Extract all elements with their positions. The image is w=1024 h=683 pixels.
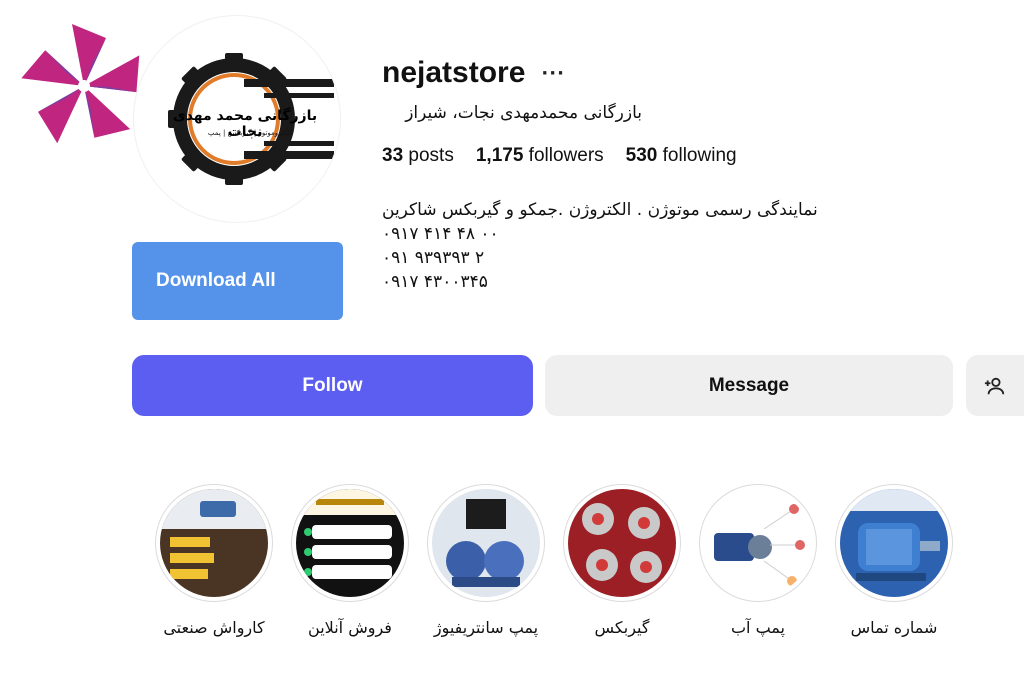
posts-stat[interactable]: 33 posts: [382, 145, 454, 167]
highlight-online-sale[interactable]: فروش آنلاین: [290, 484, 410, 637]
carwash-thumbnail: [160, 489, 268, 597]
posts-count: 33: [382, 145, 404, 166]
message-button[interactable]: Message: [545, 355, 953, 416]
logo-subtitle: الکتروموتور | گیربکس | پمپ: [207, 129, 293, 137]
highlight-centrifugal-pump[interactable]: پمپ سانتریفیوژ: [426, 484, 546, 637]
highlight-label: کارواش صنعتی: [163, 618, 265, 637]
suggested-accounts-button[interactable]: [966, 355, 1024, 416]
pinwheel-decoration: [21, 24, 150, 150]
motor-thumbnail: [840, 489, 948, 597]
posts-label: posts: [408, 145, 454, 166]
download-all-button[interactable]: Download All: [132, 242, 343, 320]
following-label: following: [662, 145, 737, 166]
highlight-ring: [835, 484, 953, 602]
highlight-label: پمپ آب: [730, 618, 785, 637]
follow-button[interactable]: Follow: [132, 355, 533, 416]
followers-label: followers: [528, 145, 604, 166]
gearbox-thumbnail: [568, 489, 676, 597]
username-row: nejatstore ···: [382, 56, 565, 90]
following-stat[interactable]: 530 following: [626, 145, 737, 167]
add-person-icon: [984, 377, 1005, 394]
highlight-water-pump[interactable]: پمپ آب: [698, 484, 818, 637]
highlight-ring: [563, 484, 681, 602]
profile-stats: 33 posts 1,175 followers 530 following: [382, 145, 737, 167]
highlight-contact[interactable]: شماره تماس: [834, 484, 954, 637]
following-count: 530: [625, 145, 658, 166]
followers-stat[interactable]: 1,175 followers: [476, 145, 604, 167]
bio-phone: ۰۹۱۷ ۴۳۰۰۳۴۵: [382, 272, 488, 292]
highlight-ring: [291, 484, 409, 602]
bio-line: نمایندگی رسمی موتوژن . الکتروژن .جمکو و …: [382, 200, 818, 220]
bio-phone: ۰۹۱ ۹۳۹۳۹۳ ۲: [382, 248, 485, 268]
highlight-label: شماره تماس: [850, 618, 938, 637]
online-sale-thumbnail: [296, 489, 404, 597]
highlight-ring: [427, 484, 545, 602]
bio: نمایندگی رسمی موتوژن . الکتروژن .جمکو و …: [382, 198, 862, 294]
followers-count: 1,175: [475, 145, 524, 166]
bio-phone: ۰۹۱۷ ۴۱۴ ۴۸ ۰۰: [382, 224, 499, 244]
highlight-label: فروش آنلاین: [308, 618, 392, 637]
highlight-carwash[interactable]: کارواش صنعتی: [154, 484, 274, 637]
highlight-gearbox[interactable]: گیربکس: [562, 484, 682, 637]
more-options-icon[interactable]: ···: [541, 63, 565, 84]
highlight-label: گیربکس: [594, 618, 650, 637]
water-pump-thumbnail: [704, 489, 812, 597]
highlight-label: پمپ سانتریفیوژ: [433, 618, 539, 637]
full-name: بازرگانی محمدمهدی نجات، شیراز: [405, 103, 642, 123]
centrifugal-pump-thumbnail: [432, 489, 540, 597]
username: nejatstore: [382, 56, 526, 89]
profile-avatar[interactable]: بازرگانی محمد مهدی نجات الکتروموتور | گی…: [134, 16, 340, 222]
highlight-ring: [155, 484, 273, 602]
highlight-ring: [699, 484, 817, 602]
